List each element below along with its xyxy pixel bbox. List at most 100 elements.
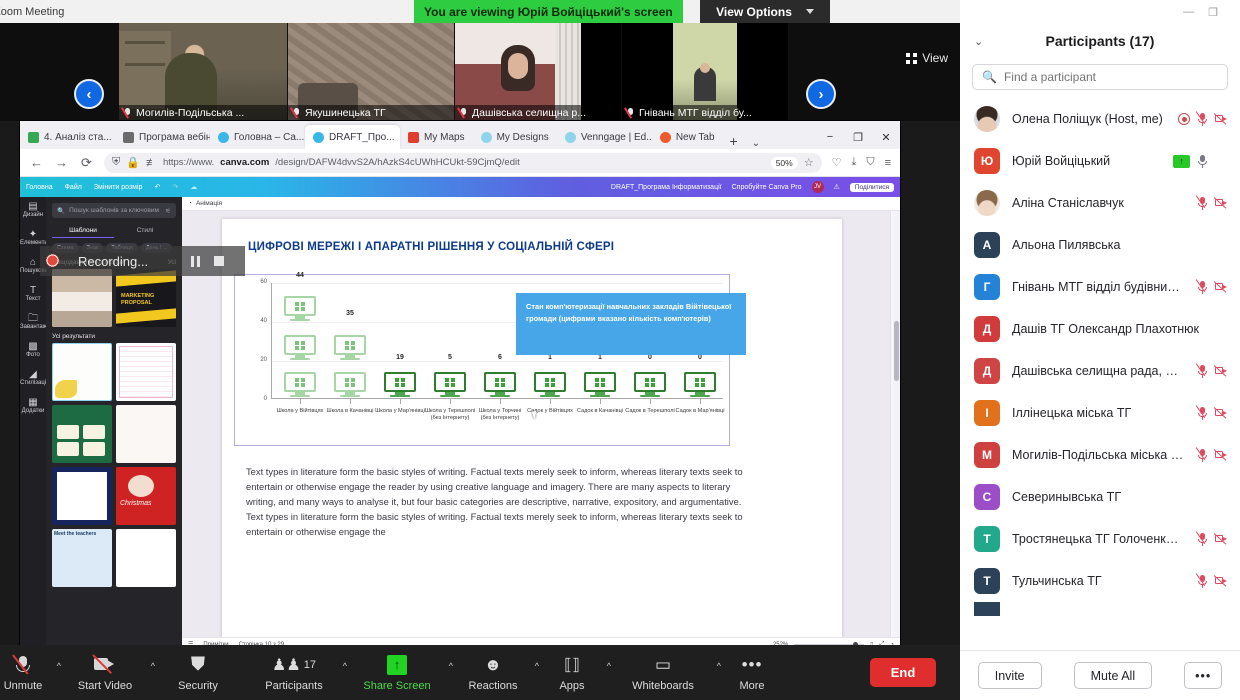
- forward-button[interactable]: →: [54, 155, 69, 170]
- chevron-down-icon[interactable]: ⌄: [974, 35, 983, 48]
- template-card[interactable]: [52, 343, 112, 401]
- reader-view-icon[interactable]: ≢: [146, 157, 157, 169]
- template-card[interactable]: [52, 269, 112, 327]
- back-button[interactable]: ←: [29, 155, 44, 170]
- canva-file-menu[interactable]: Файл: [65, 184, 82, 191]
- mute-all-button[interactable]: Mute All: [1073, 662, 1153, 689]
- video-off-icon[interactable]: [1213, 533, 1228, 545]
- unmute-button[interactable]: Unmute ^: [0, 645, 61, 700]
- sidebar-item-apps[interactable]: ▦ Додатки: [20, 397, 46, 414]
- list-item[interactable]: [960, 602, 1240, 616]
- video-off-icon[interactable]: [1213, 365, 1228, 377]
- template-card[interactable]: MARKETING PROPOSAL: [116, 269, 176, 327]
- canva-resize-button[interactable]: Змінити розмір: [94, 184, 143, 191]
- browser-tab[interactable]: 4. Аналіз ста...: [20, 125, 115, 149]
- template-card[interactable]: [116, 343, 176, 401]
- menu-icon[interactable]: ≡: [885, 157, 891, 169]
- list-item[interactable]: І Іллінецька міська ТГ: [960, 392, 1240, 434]
- canva-share-button[interactable]: Поділитися: [849, 182, 894, 192]
- mic-muted-icon[interactable]: [1195, 531, 1208, 546]
- list-item[interactable]: Аліна Станіславчук: [960, 182, 1240, 224]
- video-thumbnail[interactable]: Дашівська селищна р...: [455, 23, 621, 121]
- browser-tab[interactable]: My Maps: [400, 125, 473, 149]
- tab-styles[interactable]: Стилі: [114, 224, 176, 238]
- canva-home-menu[interactable]: Головна: [26, 184, 53, 191]
- browser-tab[interactable]: Venngage | Ed...: [557, 125, 652, 149]
- filmstrip-prev-button[interactable]: ‹: [74, 79, 104, 109]
- filter-icon[interactable]: ⚟: [165, 207, 171, 215]
- template-card[interactable]: Christmas: [116, 467, 176, 525]
- panel-more-button[interactable]: •••: [1184, 662, 1223, 689]
- slide-canvas[interactable]: ЦИФРОВІ МЕРЕЖІ І АПАРАТНІ РІШЕННЯ У СОЦІ…: [222, 219, 842, 651]
- downloads-icon[interactable]: ⤓: [851, 156, 856, 169]
- template-card[interactable]: [116, 405, 176, 463]
- animate-button[interactable]: Анімація: [196, 200, 222, 207]
- sidebar-item-elements[interactable]: ✦ Елементи: [20, 229, 48, 246]
- zoom-level-indicator[interactable]: 50%: [770, 156, 798, 169]
- video-off-icon[interactable]: [1213, 407, 1228, 419]
- browser-tab[interactable]: My Designs: [473, 125, 557, 149]
- sidebar-item-photos[interactable]: ▩ Фото: [20, 341, 46, 358]
- list-item[interactable]: А Альона Пилявська: [960, 224, 1240, 266]
- video-off-icon[interactable]: [1213, 281, 1228, 293]
- account-icon[interactable]: ⛉: [866, 156, 874, 169]
- filmstrip-next-button[interactable]: ›: [806, 79, 836, 109]
- video-off-icon[interactable]: [1213, 197, 1228, 209]
- start-video-button[interactable]: Start Video ^: [58, 645, 155, 700]
- redo-icon[interactable]: ↷: [172, 183, 178, 191]
- sidebar-item-uploads[interactable]: 🗀 Завантаж.: [20, 313, 48, 330]
- canva-try-pro[interactable]: Спробуйте Canva Pro: [732, 184, 802, 191]
- end-meeting-button[interactable]: End: [870, 658, 936, 687]
- invite-button[interactable]: Invite: [977, 662, 1042, 689]
- new-tab-button[interactable]: +: [723, 133, 745, 149]
- list-item[interactable]: С Северинывська ТГ: [960, 476, 1240, 518]
- video-thumbnail[interactable]: Могилів-Подільська ...: [119, 23, 287, 121]
- participant-search-box[interactable]: 🔍: [972, 64, 1228, 90]
- list-item[interactable]: Д Дашів ТГ Олександр Плахотнюк: [960, 308, 1240, 350]
- template-card[interactable]: [52, 467, 112, 525]
- browser-tab[interactable]: Головна – Ca...: [210, 125, 305, 149]
- search-input[interactable]: [1003, 70, 1218, 84]
- mic-on-icon[interactable]: [1197, 154, 1208, 168]
- reload-button[interactable]: ⟳: [79, 155, 94, 171]
- sidebar-item-design[interactable]: ▤ Дизайн: [20, 201, 46, 218]
- canva-doc-title[interactable]: DRAFT_Програма Інформатизації: [611, 184, 722, 191]
- list-item[interactable]: Олена Поліщук (Host, me): [960, 98, 1240, 140]
- list-item[interactable]: Т Тростянецька ТГ Голоченко В...: [960, 518, 1240, 560]
- mic-muted-icon[interactable]: [1195, 111, 1208, 126]
- mic-muted-icon[interactable]: [1195, 573, 1208, 588]
- address-bar[interactable]: ⛨ 🔒 ≢ https://www. canva.com/design/DAFW4…: [104, 152, 822, 173]
- video-off-icon[interactable]: [1213, 449, 1228, 461]
- more-button[interactable]: ••• More: [718, 645, 786, 700]
- template-card[interactable]: [52, 405, 112, 463]
- video-thumbnail[interactable]: Якушинецька ТГ: [288, 23, 454, 121]
- stop-icon[interactable]: [214, 256, 224, 266]
- template-search-input[interactable]: 🔍 Пошук шаблонів за ключовим слов ⚟: [52, 203, 176, 218]
- mic-muted-icon[interactable]: [1195, 405, 1208, 420]
- view-layout-button[interactable]: View: [906, 51, 948, 65]
- browser-tab[interactable]: Програма вебіна...: [115, 125, 210, 149]
- tab-list-button[interactable]: ⌄: [745, 138, 767, 149]
- view-options-button[interactable]: View Options: [700, 0, 830, 23]
- pocket-icon[interactable]: ♡: [832, 156, 842, 169]
- video-thumbnail[interactable]: Гнівань МТГ відділ бу...: [622, 23, 788, 121]
- tab-templates[interactable]: Шаблони: [52, 224, 114, 238]
- canva-alerts-icon[interactable]: ⚠: [834, 183, 840, 191]
- participants-button[interactable]: ♟♟ 17 Participants ^: [244, 645, 347, 700]
- reactions-button[interactable]: ☻ Reactions ^: [450, 645, 539, 700]
- browser-tab-active[interactable]: DRAFT_Про... ×: [305, 125, 400, 149]
- close-button[interactable]: ✕: [872, 125, 900, 149]
- template-card[interactable]: Meet the teachers: [52, 529, 112, 587]
- list-item[interactable]: Г Гнівань МТГ відділ будівницт...: [960, 266, 1240, 308]
- security-button[interactable]: ⛊ Security: [152, 645, 244, 700]
- list-item[interactable]: Т Тульчинська ТГ: [960, 560, 1240, 602]
- mic-muted-icon[interactable]: [1195, 279, 1208, 294]
- video-off-icon[interactable]: [1213, 575, 1228, 587]
- minimize-icon[interactable]: —: [1183, 6, 1194, 18]
- apps-button[interactable]: ⟦⟧ Apps ^: [536, 645, 611, 700]
- template-card[interactable]: [116, 529, 176, 587]
- sidebar-item-text[interactable]: T Текст: [20, 285, 46, 302]
- mic-muted-icon[interactable]: [1195, 363, 1208, 378]
- list-item[interactable]: Ю Юрій Войціцький ↑: [960, 140, 1240, 182]
- browser-tab[interactable]: New Tab: [652, 125, 723, 149]
